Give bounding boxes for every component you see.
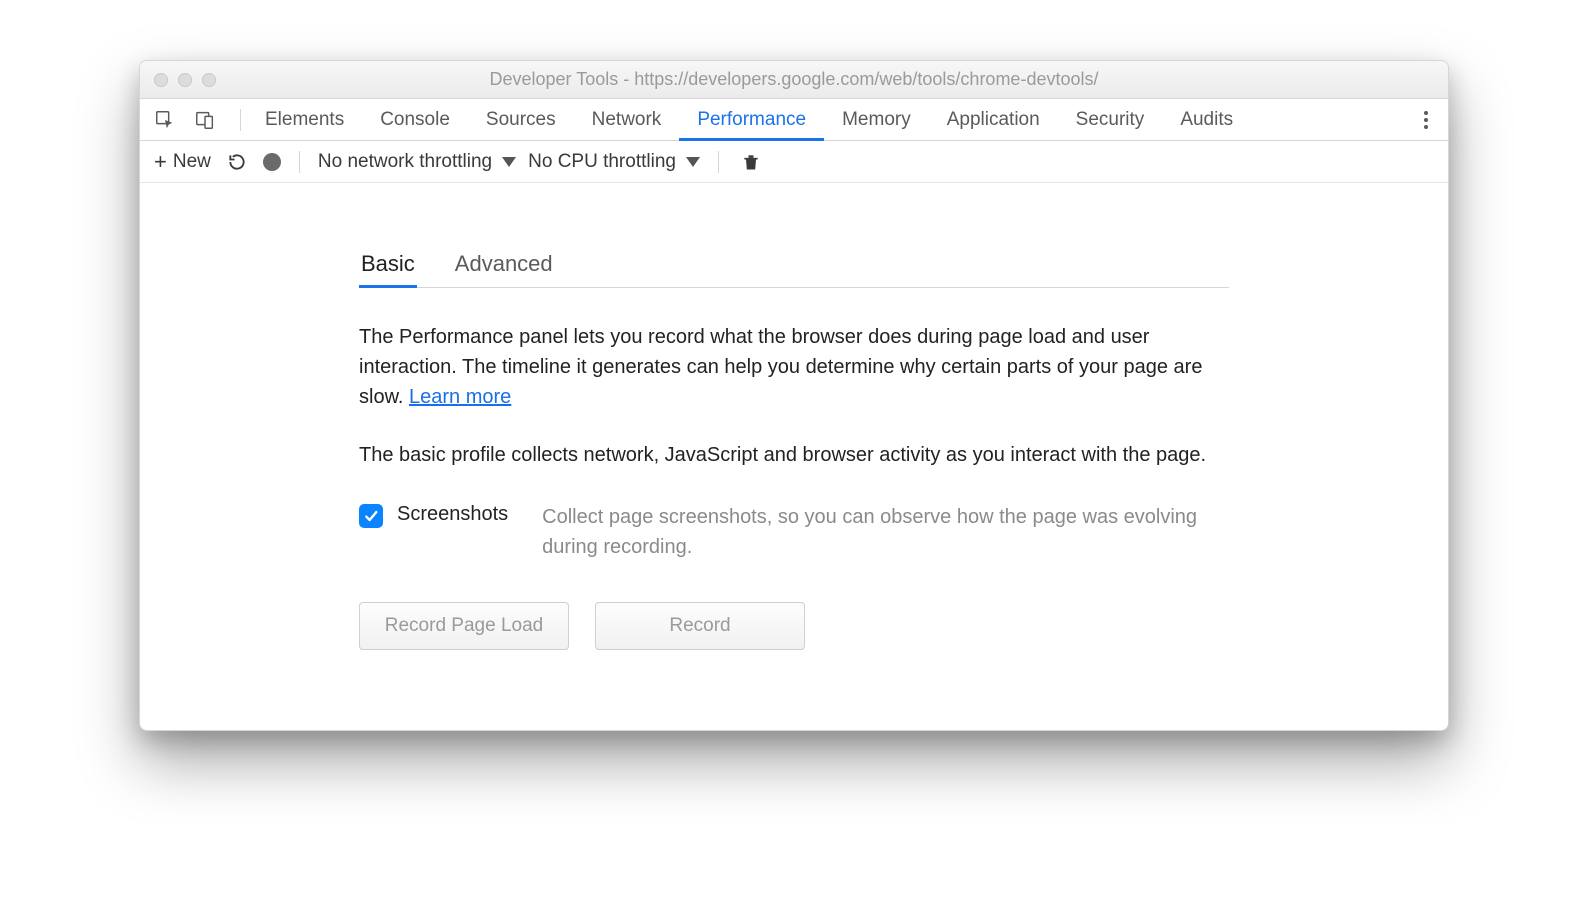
close-window-icon[interactable]	[154, 73, 168, 87]
titlebar: Developer Tools - https://developers.goo…	[140, 61, 1448, 99]
panel-content: Basic Advanced The Performance panel let…	[140, 183, 1448, 730]
tab-performance[interactable]: Performance	[679, 99, 824, 141]
zoom-window-icon[interactable]	[202, 73, 216, 87]
tab-application[interactable]: Application	[929, 99, 1058, 141]
trash-icon[interactable]	[737, 147, 765, 177]
basic-profile-description: The basic profile collects network, Java…	[359, 440, 1229, 470]
subtab-basic[interactable]: Basic	[359, 243, 417, 288]
screenshots-label: Screenshots	[397, 503, 508, 526]
record-status-icon[interactable]	[263, 153, 281, 171]
minimize-window-icon[interactable]	[178, 73, 192, 87]
performance-toolbar: + New No network throttling No CPU throt…	[140, 141, 1448, 183]
plus-icon: +	[154, 151, 167, 173]
inspect-element-icon[interactable]	[150, 105, 180, 135]
main-tabs: Elements Console Sources Network Perform…	[140, 99, 1448, 141]
tab-elements[interactable]: Elements	[247, 99, 362, 141]
new-label: New	[173, 151, 211, 173]
new-recording-button[interactable]: + New	[154, 151, 211, 173]
tab-sources[interactable]: Sources	[468, 99, 574, 141]
screenshots-description: Collect page screenshots, so you can obs…	[542, 502, 1229, 562]
record-page-load-button[interactable]: Record Page Load	[359, 602, 569, 650]
screenshots-checkbox[interactable]	[359, 504, 383, 528]
window-controls	[154, 73, 216, 87]
record-button[interactable]: Record	[595, 602, 805, 650]
profile-subtabs: Basic Advanced	[359, 243, 1229, 288]
window-title: Developer Tools - https://developers.goo…	[152, 69, 1436, 90]
learn-more-link[interactable]: Learn more	[409, 386, 511, 408]
network-throttling-dropdown[interactable]: No network throttling	[318, 151, 516, 173]
reload-icon[interactable]	[223, 148, 251, 176]
network-throttling-label: No network throttling	[318, 151, 492, 173]
action-buttons: Record Page Load Record	[359, 602, 1229, 650]
separator	[718, 151, 719, 173]
more-options-icon[interactable]	[1414, 101, 1438, 139]
separator	[299, 151, 300, 173]
tab-audits[interactable]: Audits	[1162, 99, 1251, 141]
device-toolbar-icon[interactable]	[190, 105, 220, 135]
cpu-throttling-dropdown[interactable]: No CPU throttling	[528, 151, 700, 173]
cpu-throttling-label: No CPU throttling	[528, 151, 676, 173]
tab-network[interactable]: Network	[574, 99, 680, 141]
devtools-window: Developer Tools - https://developers.goo…	[139, 60, 1449, 731]
chevron-down-icon	[686, 157, 700, 167]
panel-description: The Performance panel lets you record wh…	[359, 322, 1229, 412]
tab-security[interactable]: Security	[1058, 99, 1163, 141]
tab-memory[interactable]: Memory	[824, 99, 929, 141]
tab-console[interactable]: Console	[362, 99, 468, 141]
separator	[240, 109, 241, 131]
screenshots-option: Screenshots Collect page screenshots, so…	[359, 502, 1229, 562]
chevron-down-icon	[502, 157, 516, 167]
subtab-advanced[interactable]: Advanced	[453, 243, 555, 287]
